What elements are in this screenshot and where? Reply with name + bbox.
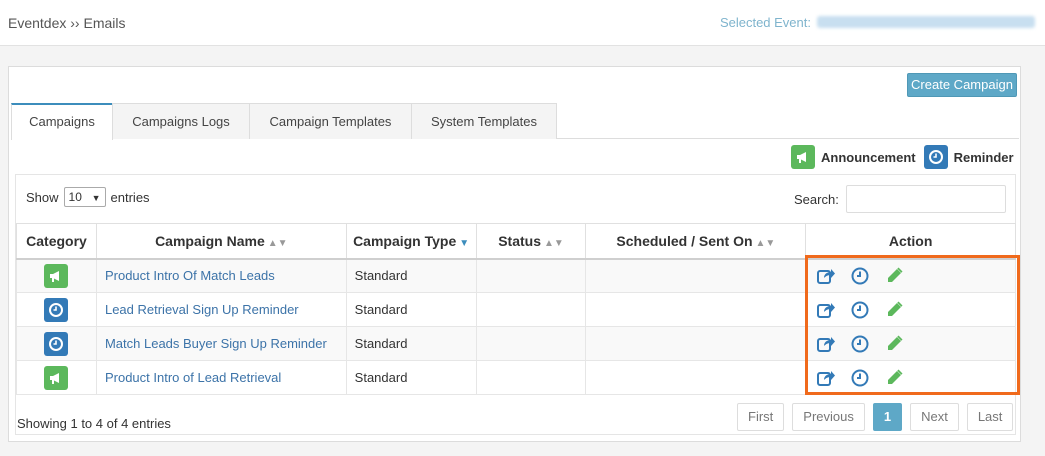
- campaigns-panel: Create Campaign Campaigns Campaigns Logs…: [8, 66, 1021, 442]
- create-campaign-button[interactable]: Create Campaign: [907, 73, 1017, 97]
- top-bar: Eventdex ›› Emails Selected Event:: [0, 0, 1045, 46]
- category-legend: Announcement Reminder: [791, 145, 1022, 169]
- action-cell: [805, 360, 1016, 395]
- length-value: 10: [68, 190, 82, 204]
- table-info: Showing 1 to 4 of 4 entries: [17, 416, 171, 431]
- page-current-button[interactable]: 1: [872, 403, 903, 431]
- status-cell: [475, 292, 587, 327]
- edit-pencil-icon[interactable]: [884, 300, 904, 320]
- campaign-name-link[interactable]: Product Intro Of Match Leads: [105, 268, 275, 283]
- megaphone-icon: [44, 263, 69, 288]
- category-cell: [16, 360, 97, 395]
- table-header-row: Category Campaign Name ▲▼ Campaign Type ▼ …: [16, 223, 1016, 260]
- search-label: Search:: [794, 192, 839, 207]
- selected-event-label: Selected Event:: [719, 15, 811, 30]
- share-icon[interactable]: [816, 300, 836, 320]
- campaign-name-link[interactable]: Match Leads Buyer Sign Up Reminder: [105, 336, 327, 351]
- campaign-type-cell: Standard: [345, 326, 477, 361]
- campaign-name-cell: Match Leads Buyer Sign Up Reminder: [95, 326, 347, 361]
- share-icon[interactable]: [816, 266, 836, 286]
- share-icon[interactable]: [816, 334, 836, 354]
- action-cell: [805, 326, 1016, 361]
- status-cell: [475, 360, 587, 395]
- pagination: First Previous 1 Next Last: [737, 403, 1021, 431]
- tab-campaign-templates[interactable]: Campaign Templates: [249, 103, 412, 139]
- col-header-status[interactable]: Status ▲▼: [475, 223, 587, 260]
- tab-system-templates[interactable]: System Templates: [411, 103, 557, 139]
- edit-pencil-icon[interactable]: [884, 334, 904, 354]
- megaphone-icon: [791, 145, 815, 169]
- schedule-clock-icon[interactable]: [850, 266, 870, 286]
- scheduled-cell: [585, 360, 807, 395]
- page-first-button[interactable]: First: [737, 403, 785, 431]
- category-cell: [16, 292, 97, 327]
- col-header-scheduled[interactable]: Scheduled / Sent On ▲▼: [585, 223, 807, 260]
- tab-campaigns-logs[interactable]: Campaigns Logs: [112, 103, 250, 139]
- tab-campaigns[interactable]: Campaigns: [11, 103, 113, 140]
- sort-icon: ▲▼: [544, 237, 564, 249]
- scheduled-cell: [585, 292, 807, 327]
- action-cell: [805, 292, 1016, 327]
- schedule-clock-icon[interactable]: [850, 300, 870, 320]
- clock-icon: [44, 297, 69, 322]
- campaign-name-link[interactable]: Product Intro of Lead Retrieval: [105, 370, 281, 385]
- caret-down-icon: ▼: [91, 193, 101, 203]
- status-cell: [475, 258, 587, 293]
- page-last-button[interactable]: Last: [966, 403, 1014, 431]
- col-header-campaign-name[interactable]: Campaign Name ▲▼: [95, 223, 347, 260]
- scheduled-cell: [585, 258, 807, 293]
- search-input[interactable]: [846, 185, 1006, 213]
- clock-icon: [923, 145, 948, 169]
- campaign-name-cell: Product Intro Of Match Leads: [95, 258, 347, 293]
- campaign-name-cell: Lead Retrieval Sign Up Reminder: [95, 292, 347, 327]
- category-cell: [16, 258, 97, 293]
- schedule-clock-icon[interactable]: [850, 334, 870, 354]
- campaign-name-cell: Product Intro of Lead Retrieval: [95, 360, 347, 395]
- action-cell: [805, 258, 1016, 293]
- schedule-clock-icon[interactable]: [850, 368, 870, 388]
- edit-pencil-icon[interactable]: [884, 368, 904, 388]
- col-header-campaign-type[interactable]: Campaign Type ▼: [345, 223, 477, 260]
- entries-length-select[interactable]: 10 ▼: [63, 187, 106, 207]
- category-cell: [16, 326, 97, 361]
- table-row: Product Intro of Lead Retrieval Standard: [16, 360, 1016, 395]
- legend-announcement-label: Announcement: [821, 149, 916, 165]
- sort-icon: ▲▼: [267, 237, 288, 249]
- campaign-type-cell: Standard: [345, 258, 477, 293]
- campaign-type-cell: Standard: [345, 292, 477, 327]
- campaigns-table-wrapper: Show 10 ▼ entries Search: Category Campai…: [15, 174, 1016, 435]
- sort-desc-icon: ▼: [459, 237, 470, 249]
- campaigns-table: Category Campaign Name ▲▼ Campaign Type ▼ …: [16, 223, 1016, 395]
- campaign-type-cell: Standard: [345, 360, 477, 395]
- sort-icon: ▲▼: [755, 237, 776, 249]
- col-header-category[interactable]: Category: [16, 223, 97, 260]
- length-suffix: entries: [110, 189, 150, 205]
- legend-reminder-label: Reminder: [953, 149, 1014, 165]
- tab-bar: Campaigns Campaigns Logs Campaign Templa…: [11, 103, 1019, 140]
- selected-event: Selected Event:: [720, 15, 1035, 30]
- page-previous-button[interactable]: Previous: [792, 403, 865, 431]
- status-cell: [475, 326, 587, 361]
- breadcrumb[interactable]: Eventdex ›› Emails: [8, 15, 125, 31]
- length-menu: Show 10 ▼ entries: [26, 187, 150, 207]
- share-icon[interactable]: [816, 368, 836, 388]
- page-next-button[interactable]: Next: [910, 403, 959, 431]
- scheduled-cell: [585, 326, 807, 361]
- table-row: Lead Retrieval Sign Up Reminder Standard: [16, 292, 1016, 327]
- campaign-name-link[interactable]: Lead Retrieval Sign Up Reminder: [105, 302, 299, 317]
- clock-icon: [44, 331, 69, 356]
- table-row: Product Intro Of Match Leads Standard: [16, 258, 1016, 293]
- selected-event-name-redacted[interactable]: [817, 16, 1035, 28]
- col-header-action: Action: [805, 223, 1016, 260]
- edit-pencil-icon[interactable]: [884, 266, 904, 286]
- megaphone-icon: [44, 365, 69, 390]
- table-row: Match Leads Buyer Sign Up Reminder Standa…: [16, 326, 1016, 361]
- length-prefix: Show: [26, 189, 59, 205]
